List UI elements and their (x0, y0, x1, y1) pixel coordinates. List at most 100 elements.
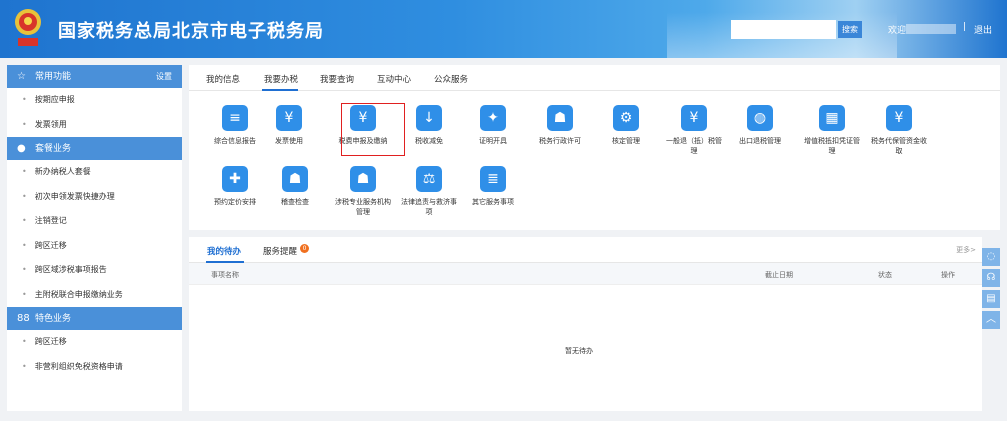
sidebar-section-package[interactable]: ● 套餐业务 (7, 137, 182, 160)
service-gavel[interactable]: ⚖ 法律追责与救济事项 (399, 166, 459, 217)
user-gear-icon: ⚙ (612, 105, 640, 131)
bullet-icon: • (22, 95, 27, 104)
tab-query[interactable]: 我要查询 (320, 73, 354, 85)
highlight-box (341, 103, 405, 156)
sidebar-item[interactable]: • 跨区域涉税事项报告 (7, 258, 182, 283)
sidebar-item[interactable]: • 跨区迁移 (7, 234, 182, 259)
sidebar-item[interactable]: • 初次申领发票快捷办理 (7, 185, 182, 210)
service-agency[interactable]: ☗ 涉税专业服务机构管理 (333, 166, 393, 217)
todo-tabs: 我的待办 服务提醒 0 更多> (189, 237, 982, 263)
service-export-globe[interactable]: ◍ 出口退税管理 (730, 105, 790, 146)
empty-state-text: 暂无待办 (565, 347, 593, 355)
service-pricing-compass[interactable]: ✚ 预约定价安排 (205, 166, 265, 207)
username-redacted (906, 24, 956, 34)
section-title: 套餐业务 (35, 144, 72, 154)
sidebar-item[interactable]: • 跨区迁移 (7, 330, 182, 355)
service-document[interactable]: ≡ 综合信息报告 (205, 105, 265, 146)
sidebar-item[interactable]: • 注销登记 (7, 209, 182, 234)
certificate-icon: ✦ (479, 105, 507, 131)
service-invoice[interactable]: ¥ 发票使用 (259, 105, 319, 146)
service-money-bag[interactable]: ¥ 税务代保管资金收取 (869, 105, 929, 156)
tax-emblem-icon (15, 9, 41, 46)
site-title: 国家税务总局北京市电子税务局 (58, 21, 324, 42)
service-label: 增值税抵扣凭证管理 (804, 137, 860, 155)
section-title: 特色业务 (35, 314, 72, 324)
pricing-compass-icon: ✚ (221, 166, 249, 192)
more-link[interactable]: 更多> (956, 245, 976, 255)
service-label: 税务行政许可 (539, 137, 581, 145)
bullet-icon: • (22, 167, 27, 176)
sidebar: ☆ 常用功能 设置 • 按期应申报 • 发票领用 ● 套餐业务 • 新办纳税人套餐 • 初次… (7, 65, 182, 411)
site-header: 国家税务总局北京市电子税务局 搜索 欢迎 | 退出 (0, 0, 1007, 58)
document-icon: ≡ (221, 105, 249, 131)
service-label: 税务代保管资金收取 (871, 137, 927, 155)
search-button[interactable]: 搜索 (838, 21, 862, 38)
floating-toolbar: ◌ ☊ ▤ ︿ (982, 248, 1000, 332)
active-tab-indicator (262, 89, 298, 91)
tab-my-info[interactable]: 我的信息 (206, 73, 240, 85)
service-label: 证明开具 (479, 137, 507, 145)
separator: | (963, 22, 967, 32)
service-list[interactable]: ≣ 其它服务事项 (463, 166, 523, 207)
tax-reduction-icon: ↓ (415, 105, 443, 131)
service-label: 核定管理 (612, 137, 640, 145)
service-label: 预约定价安排 (214, 198, 256, 206)
service-refund[interactable]: ¥ 一般退（抵）税管理 (664, 105, 724, 156)
service-label: 法律追责与救济事项 (401, 198, 457, 216)
star-icon: ☆ (17, 71, 26, 82)
service-label: 出口退税管理 (739, 137, 781, 145)
sidebar-item[interactable]: • 发票领用 (7, 113, 182, 138)
col-deadline: 截止日期 (765, 271, 793, 279)
money-bag-icon: ¥ (885, 105, 913, 131)
refund-icon: ¥ (680, 105, 708, 131)
search-input[interactable] (731, 20, 836, 39)
col-status: 状态 (878, 271, 892, 279)
bullet-icon: • (22, 265, 27, 274)
col-item-name: 事项名称 (211, 271, 239, 279)
package-icon: ● (17, 143, 26, 154)
service-label: 稽查检查 (281, 198, 309, 206)
logout-link[interactable]: 退出 (974, 23, 992, 36)
gavel-icon: ⚖ (415, 166, 443, 192)
service-label: 其它服务事项 (472, 198, 514, 206)
bullet-icon: • (22, 240, 27, 250)
service-inspector[interactable]: ☗ 稽查检查 (265, 166, 325, 207)
chat-icon[interactable]: ◌ (982, 248, 1000, 266)
sidebar-item[interactable]: • 新办纳税人套餐 (7, 160, 182, 185)
sidebar-section-special[interactable]: 88 特色业务 (7, 307, 182, 330)
sidebar-item[interactable]: • 按期应申报 (7, 88, 182, 113)
service-user-gear[interactable]: ⚙ 核定管理 (596, 105, 656, 146)
service-certificate[interactable]: ✦ 证明开具 (463, 105, 523, 146)
service-tax-reduction[interactable]: ↓ 税收减免 (399, 105, 459, 146)
settings-link[interactable]: 设置 (156, 65, 172, 88)
col-action: 操作 (941, 271, 955, 279)
service-label: 发票使用 (275, 137, 303, 145)
vat-voucher-icon: ▦ (818, 105, 846, 131)
service-license[interactable]: ☗ 税务行政许可 (530, 105, 590, 146)
bullet-icon: • (22, 289, 27, 299)
tab-public-service[interactable]: 公众服务 (434, 73, 468, 85)
back-to-top-icon[interactable]: ︿ (982, 311, 1000, 329)
table-header: 事项名称 截止日期 状态 操作 (189, 263, 982, 285)
tab-my-todo[interactable]: 我的待办 (207, 245, 241, 257)
tab-service-reminder[interactable]: 服务提醒 (263, 245, 297, 257)
list-icon: ≣ (479, 166, 507, 192)
tab-handle-tax[interactable]: 我要办税 (264, 73, 298, 85)
sidebar-item[interactable]: • 非营利组织免税资格申请 (7, 355, 182, 380)
bullet-icon: • (22, 191, 27, 201)
service-label: 综合信息报告 (214, 137, 256, 145)
section-title: 常用功能 (35, 72, 72, 82)
license-icon: ☗ (546, 105, 574, 131)
feedback-icon[interactable]: ▤ (982, 290, 1000, 308)
sidebar-item[interactable]: • 主附税联合申报缴纳业务 (7, 283, 182, 308)
service-vat-voucher[interactable]: ▦ 增值税抵扣凭证管理 (802, 105, 862, 156)
inspector-icon: ☗ (281, 166, 309, 192)
grid-icon: 88 (17, 313, 30, 324)
main-tabs: 我的信息 我要办税 我要查询 互动中心 公众服务 (189, 65, 1000, 91)
service-label: 涉税专业服务机构管理 (335, 198, 391, 216)
headset-icon[interactable]: ☊ (982, 269, 1000, 287)
sidebar-section-common[interactable]: ☆ 常用功能 设置 (7, 65, 182, 88)
tab-interaction[interactable]: 互动中心 (377, 73, 411, 85)
todo-panel: 我的待办 服务提醒 0 更多> 事项名称 截止日期 状态 操作 暂无待办 (189, 237, 982, 411)
agency-icon: ☗ (349, 166, 377, 192)
